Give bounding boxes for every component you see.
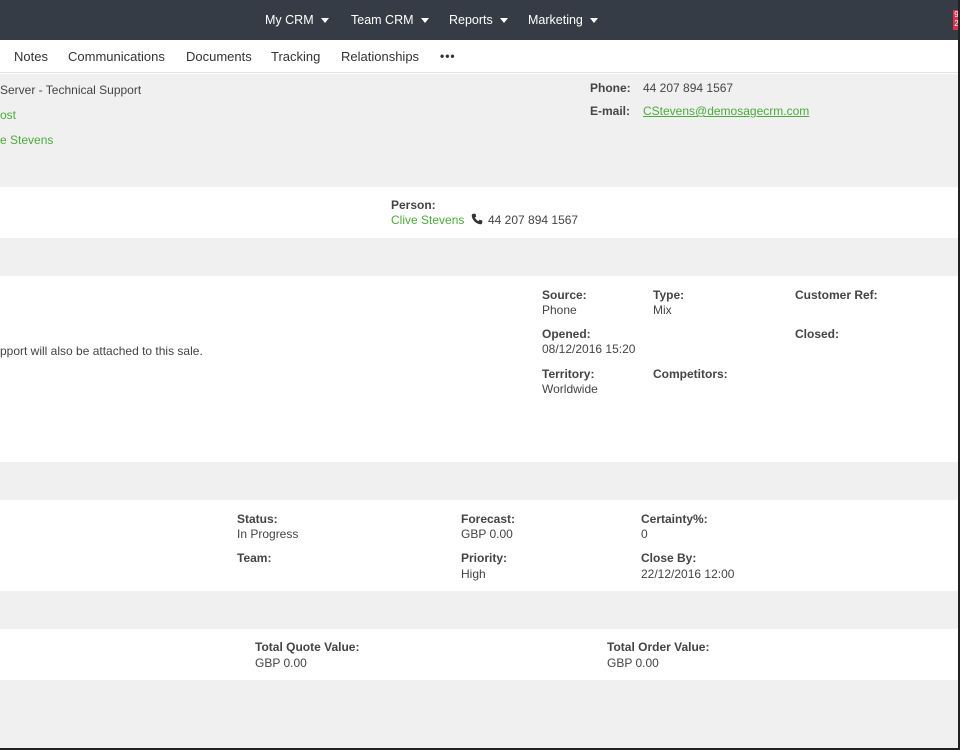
- description-text: pport will also be attached to this sale…: [0, 344, 203, 358]
- email-link[interactable]: CStevens@demosagecrm.com: [643, 104, 809, 118]
- tab-bar: Notes Communications Documents Tracking …: [0, 40, 958, 73]
- customer-ref-label: Customer Ref:: [795, 288, 878, 302]
- phone-value: 44 207 894 1567: [643, 81, 734, 95]
- certainty-label: Certainty%:: [641, 512, 708, 526]
- tab-notes[interactable]: Notes: [14, 40, 48, 73]
- person-label: Person:: [391, 198, 436, 212]
- source-value: Phone: [542, 303, 577, 317]
- opened-value: 08/12/2016 15:20: [542, 342, 636, 356]
- page-footer-area: [0, 680, 958, 748]
- certainty-value: 0: [641, 527, 648, 541]
- section-separator: [0, 462, 958, 500]
- opportunity-header: Server - Technical Support ost e Stevens…: [0, 74, 958, 187]
- total-quote-value: GBP 0.00: [255, 656, 307, 670]
- territory-value: Worldwide: [542, 382, 598, 396]
- totals-panel: Total Quote Value: GBP 0.00 Total Order …: [0, 629, 958, 680]
- top-nav-bar: My CRM Team CRM Reports Marketing 9 2: [0, 0, 958, 40]
- details-panel: pport will also be attached to this sale…: [0, 276, 958, 462]
- source-label: Source:: [542, 288, 587, 302]
- company-link[interactable]: ost: [0, 108, 16, 122]
- caret-down-icon: [420, 17, 429, 23]
- caret-down-icon: [320, 17, 329, 23]
- person-phone-value: 44 207 894 1567: [488, 213, 579, 227]
- notification-badge[interactable]: 9 2: [953, 10, 958, 30]
- competitors-label: Competitors:: [653, 367, 728, 381]
- caret-down-icon: [499, 17, 508, 23]
- tab-documents[interactable]: Documents: [186, 40, 252, 73]
- status-panel: Status: In Progress Forecast: GBP 0.00 C…: [0, 500, 958, 591]
- priority-label: Priority:: [461, 551, 508, 565]
- tab-tracking[interactable]: Tracking: [271, 40, 320, 73]
- section-separator: [0, 238, 958, 276]
- close-by-value: 22/12/2016 12:00: [641, 567, 735, 581]
- email-label: E-mail:: [590, 104, 631, 118]
- forecast-label: Forecast:: [461, 512, 516, 526]
- forecast-value: GBP 0.00: [461, 527, 513, 541]
- menu-marketing[interactable]: Marketing: [528, 0, 598, 40]
- menu-reports[interactable]: Reports: [449, 0, 508, 40]
- closed-label: Closed:: [795, 327, 840, 341]
- territory-label: Territory:: [542, 367, 595, 381]
- phone-icon: [471, 213, 483, 225]
- total-order-value: GBP 0.00: [607, 656, 659, 670]
- menu-label: My CRM: [265, 13, 314, 27]
- phone-label: Phone:: [590, 81, 631, 95]
- team-label: Team:: [237, 551, 272, 565]
- menu-my-crm[interactable]: My CRM: [265, 0, 329, 40]
- app-frame: My CRM Team CRM Reports Marketing 9 2 No…: [0, 0, 960, 750]
- person-name-link[interactable]: Clive Stevens: [391, 213, 464, 227]
- tab-communications[interactable]: Communications: [68, 40, 165, 73]
- total-order-label: Total Order Value:: [607, 640, 710, 654]
- person-panel: Person: Clive Stevens 44 207 894 1567: [0, 187, 958, 238]
- tab-more[interactable]: •••: [440, 40, 456, 73]
- close-by-label: Close By:: [641, 551, 697, 565]
- caret-down-icon: [589, 17, 598, 23]
- opened-label: Opened:: [542, 327, 591, 341]
- opportunity-title: Server - Technical Support: [0, 83, 142, 97]
- menu-label: Reports: [449, 13, 493, 27]
- menu-team-crm[interactable]: Team CRM: [351, 0, 429, 40]
- total-quote-label: Total Quote Value:: [255, 640, 360, 654]
- person-link[interactable]: e Stevens: [0, 133, 53, 147]
- menu-label: Marketing: [528, 13, 583, 27]
- menu-label: Team CRM: [351, 13, 414, 27]
- status-value: In Progress: [237, 527, 299, 541]
- type-label: Type:: [653, 288, 685, 302]
- status-label: Status:: [237, 512, 278, 526]
- type-value: Mix: [653, 303, 672, 317]
- priority-value: High: [461, 567, 486, 581]
- tab-relationships[interactable]: Relationships: [341, 40, 419, 73]
- section-separator: [0, 591, 958, 629]
